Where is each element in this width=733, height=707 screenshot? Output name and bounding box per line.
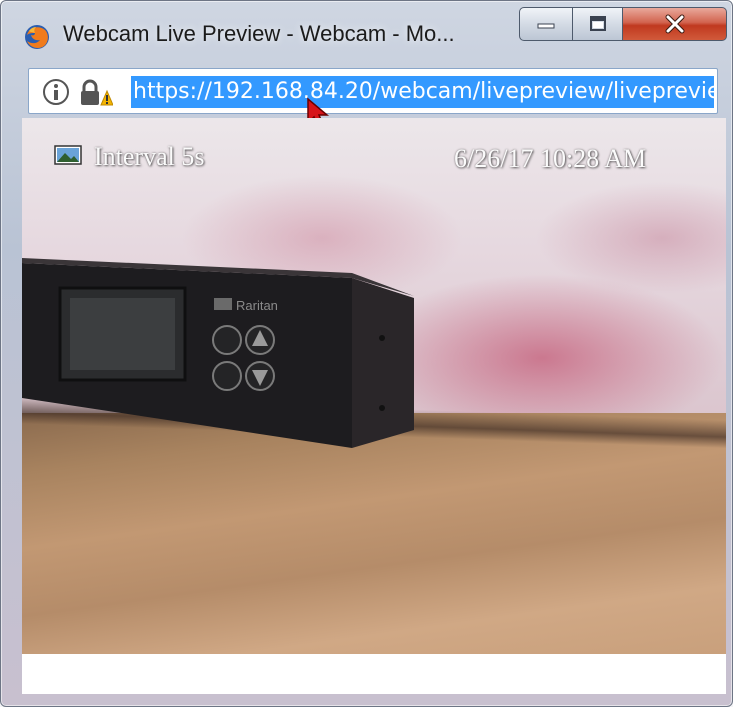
url-text[interactable]: https://192.168.84.20/webcam/livepreview… [131,76,714,108]
title-bar[interactable]: Webcam Live Preview - Webcam - Mo... [1,1,732,65]
content-footer [22,654,726,694]
close-icon [663,14,687,34]
interval-overlay: Interval 5s [54,142,204,172]
address-bar[interactable]: https://192.168.84.20/webcam/livepreview… [28,68,718,114]
timestamp-overlay: 6/26/17 10:28 AM [454,144,647,173]
firefox-icon [23,23,51,51]
webcam-preview-image: Raritan Interval 5s 6/26/17 10:28 AM [22,118,726,654]
pdu-device: Raritan [22,258,414,448]
browser-window: Webcam Live Preview - Webcam - Mo... htt… [0,0,733,707]
lock-warning-icon[interactable] [79,79,114,112]
image-icon [54,142,82,172]
window-controls [519,7,727,43]
interval-label: Interval 5s [94,142,205,171]
page-content: Raritan Interval 5s 6/26/17 10:28 AM [22,118,726,694]
close-button[interactable] [623,7,727,41]
minimize-icon [536,18,556,30]
maximize-icon [588,15,608,33]
info-icon[interactable] [41,77,71,112]
minimize-button[interactable] [519,7,573,41]
window-title: Webcam Live Preview - Webcam - Mo... [63,21,455,46]
svg-text:Raritan: Raritan [236,298,278,313]
url-input[interactable]: https://192.168.84.20/webcam/livepreview… [131,76,714,108]
maximize-button[interactable] [573,7,623,41]
site-identity[interactable] [41,77,129,107]
